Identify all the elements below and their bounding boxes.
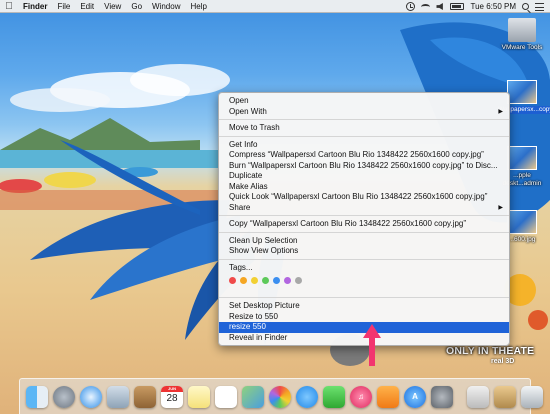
menu-item-label: Share: [229, 202, 251, 212]
maps-icon[interactable]: [242, 385, 264, 408]
notes-icon[interactable]: [188, 385, 210, 408]
ibooks-icon[interactable]: [377, 385, 399, 408]
annotation-arrow-icon: [363, 324, 381, 366]
menu-item-clean-up-selection[interactable]: Clean Up Selection: [219, 236, 509, 247]
menu-app-finder[interactable]: Finder: [18, 0, 52, 13]
menu-item-make-alias[interactable]: Make Alias: [219, 182, 509, 193]
menu-separator: [219, 297, 509, 298]
apple-menu-icon[interactable]: : [0, 0, 18, 13]
contacts-icon[interactable]: [134, 385, 156, 408]
menu-item-tags[interactable]: Tags...: [219, 263, 509, 274]
time-machine-icon[interactable]: [406, 2, 416, 11]
menu-item-move-to-trash[interactable]: Move to Trash: [219, 123, 509, 134]
finder-icon[interactable]: [26, 385, 48, 408]
menu-item-share[interactable]: Share ▶: [219, 203, 509, 214]
menu-separator: [219, 119, 509, 120]
reminders-icon[interactable]: [215, 385, 237, 408]
mail-icon[interactable]: [107, 385, 129, 408]
tag-gray-icon[interactable]: [295, 276, 302, 284]
submenu-arrow-icon: ▶: [498, 108, 503, 115]
wallpaper-caption: ONLY IN THEATE: [446, 345, 535, 357]
messages-icon[interactable]: [296, 385, 318, 408]
menu-spacer: [219, 285, 509, 295]
menu-separator: [219, 258, 509, 260]
facetime-icon[interactable]: [323, 385, 345, 408]
downloads-stack-icon[interactable]: [494, 385, 516, 408]
menu-item-show-view-options[interactable]: Show View Options: [219, 246, 509, 257]
calendar-day: 28: [166, 392, 178, 404]
menu-item-compress[interactable]: Compress “Wallpapersxl Cartoon Blu Rio 1…: [219, 150, 509, 161]
menu-edit[interactable]: Edit: [75, 0, 99, 13]
menu-item-burn[interactable]: Burn “Wallpapersxl Cartoon Blu Rio 13484…: [219, 161, 509, 172]
menu-help[interactable]: Help: [185, 0, 211, 13]
vmware-drive-icon: [508, 18, 536, 42]
calendar-icon[interactable]: JUN 28: [161, 385, 183, 408]
tag-orange-icon[interactable]: [240, 276, 247, 284]
menu-item-duplicate[interactable]: Duplicate: [219, 171, 509, 182]
desktop-icon-label: VMware Tools: [501, 44, 543, 51]
launchpad-icon[interactable]: [53, 385, 75, 408]
safari-icon[interactable]: [80, 385, 102, 408]
menu-view[interactable]: View: [99, 0, 126, 13]
preview-icon[interactable]: [467, 385, 489, 408]
menu-item-get-info[interactable]: Get Info: [219, 140, 509, 151]
wifi-icon[interactable]: [421, 3, 431, 10]
menu-go[interactable]: Go: [126, 0, 147, 13]
itunes-icon[interactable]: ♫: [350, 385, 372, 408]
menu-bar-clock[interactable]: Tue 6:50 PM: [470, 0, 516, 13]
battery-icon[interactable]: [450, 3, 465, 10]
tag-green-icon[interactable]: [262, 276, 269, 284]
tag-purple-icon[interactable]: [284, 276, 291, 284]
menu-item-label: Open With: [229, 106, 267, 116]
menu-item-open-with[interactable]: Open With ▶: [219, 107, 509, 118]
menu-item-resize-to-550[interactable]: Resize to 550: [219, 312, 509, 323]
menu-item-set-desktop-picture[interactable]: Set Desktop Picture: [219, 301, 509, 312]
menu-file[interactable]: File: [52, 0, 75, 13]
menu-window[interactable]: Window: [147, 0, 185, 13]
menu-bar-extras: Tue 6:50 PM: [406, 0, 544, 13]
volume-icon[interactable]: [436, 3, 443, 10]
tag-color-picker: [219, 273, 509, 285]
menu-bar:  Finder File Edit View Go Window Help T…: [0, 0, 550, 13]
wallpaper-logo-text: real 3D: [491, 358, 515, 365]
submenu-arrow-icon: ▶: [498, 204, 503, 211]
spotlight-search-icon[interactable]: [522, 3, 529, 10]
app-store-icon[interactable]: A: [404, 385, 426, 408]
desktop-icon-vmware-tools[interactable]: VMware Tools: [496, 18, 548, 52]
notification-center-icon[interactable]: [535, 2, 544, 11]
menu-item-copy[interactable]: Copy “Wallpapersxl Cartoon Blu Rio 13484…: [219, 219, 509, 230]
menu-separator: [219, 231, 509, 233]
system-preferences-icon[interactable]: [431, 385, 453, 408]
menu-separator: [219, 215, 509, 216]
image-file-icon: [507, 80, 537, 104]
image-file-icon: [507, 146, 537, 170]
menu-item-quick-look[interactable]: Quick Look “Wallpapersxl Cartoon Blu Rio…: [219, 192, 509, 203]
trash-icon[interactable]: [521, 385, 543, 408]
tag-red-icon[interactable]: [229, 276, 236, 284]
menu-item-open[interactable]: Open: [219, 96, 509, 107]
image-file-icon: [507, 210, 537, 234]
photos-icon[interactable]: [269, 385, 291, 408]
tag-blue-icon[interactable]: [273, 276, 280, 284]
desktop-icon-label: ...600.jpg: [508, 236, 536, 243]
menu-separator: [219, 135, 509, 137]
context-menu: Open Open With ▶ Move to Trash Get Info …: [218, 92, 510, 346]
dock: JUN 28 ♫ A: [19, 378, 543, 414]
tag-yellow-icon[interactable]: [251, 276, 258, 284]
